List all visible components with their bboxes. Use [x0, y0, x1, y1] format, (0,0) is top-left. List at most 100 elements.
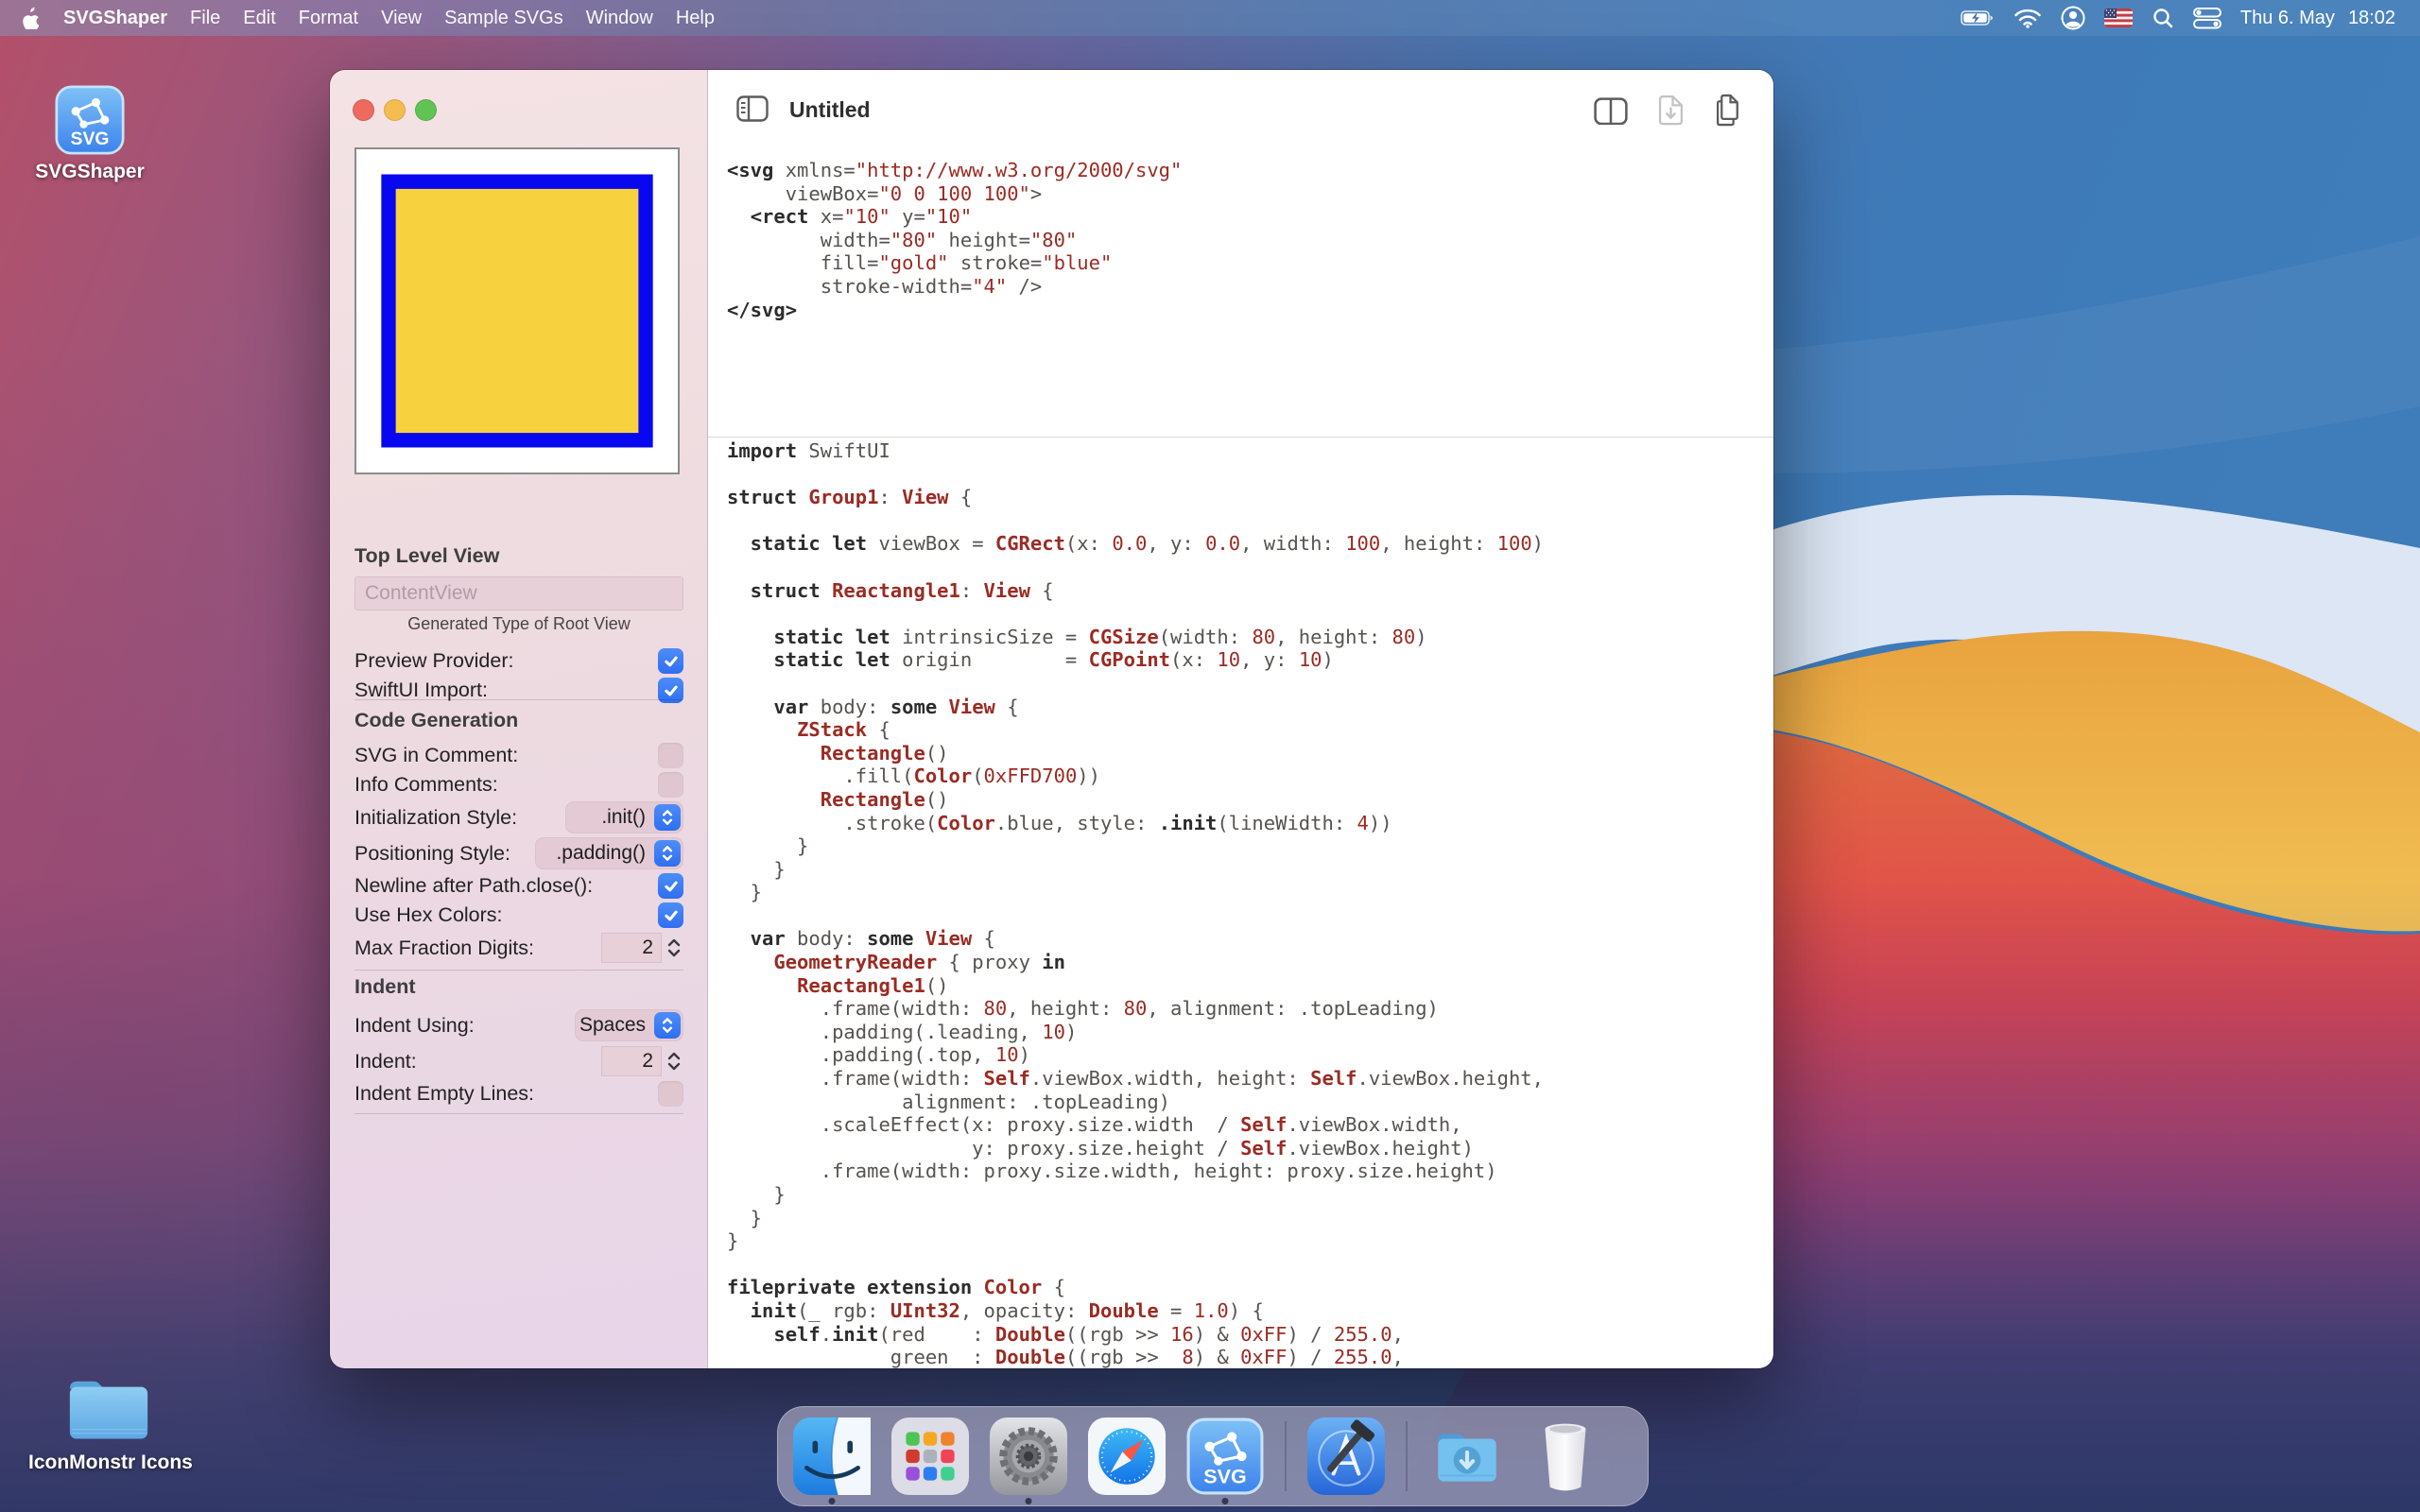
code-line: } [727, 858, 1544, 882]
page-title: Untitled [789, 97, 871, 123]
checkbox-preview-provider[interactable] [658, 648, 683, 674]
code-line [727, 602, 1544, 626]
menu-item-file[interactable]: File [179, 0, 232, 36]
desktop-icon-folder[interactable]: IconMonstr Icons [28, 1372, 189, 1474]
svg-text:SVG: SVG [1203, 1466, 1246, 1488]
code-line: Rectangle() [727, 788, 1544, 812]
dock-item-downloads[interactable] [1428, 1418, 1506, 1495]
dock-item-trash[interactable] [1527, 1418, 1604, 1495]
section-indent: Indent Indent Using:SpacesIndent:2Indent… [354, 975, 683, 1108]
setting-row-indent-empty-lines: Indent Empty Lines: [354, 1079, 683, 1108]
section-header: Indent [354, 975, 683, 1000]
sidebar-divider [354, 970, 683, 971]
code-line: } [727, 881, 1544, 904]
code-line: .frame(width: proxy.size.width, height: … [727, 1160, 1544, 1183]
code-line: var body: some View { [727, 696, 1544, 719]
wifi-icon[interactable] [2014, 8, 2042, 29]
checkbox-newline-after-path-close[interactable] [658, 873, 683, 899]
svgshaper-app-icon: SVG [55, 85, 125, 155]
checkbox-indent-empty-lines[interactable] [658, 1081, 683, 1107]
clock-time: 18:02 [2348, 8, 2395, 29]
dock-item-launchpad[interactable] [891, 1418, 969, 1495]
svg-text:SVG: SVG [71, 129, 110, 149]
code-line [727, 556, 1544, 579]
setting-row-indent-using: Indent Using: Spaces [354, 1007, 683, 1043]
svg-preview-rect [356, 149, 678, 472]
setting-label: SVG in Comment: [354, 744, 518, 767]
section-header: Code Generation [354, 709, 683, 733]
keyboard-layout-icon[interactable] [2104, 9, 2133, 27]
menu-item-svgshaper[interactable]: SVGShaper [52, 0, 179, 36]
code-line: viewBox="0 0 100 100"> [727, 182, 1182, 206]
close-button[interactable] [353, 99, 374, 121]
code-line: ZStack { [727, 718, 1544, 742]
dock-item-finder[interactable] [793, 1418, 871, 1495]
desktop-icon-svgshaper[interactable]: SVG SVGShaper [9, 85, 170, 183]
swift-code-output[interactable]: import SwiftUI struct Group1: View { sta… [727, 439, 1544, 1368]
export-document-icon[interactable] [1658, 94, 1684, 126]
setting-row-max-fraction-digits: Max Fraction Digits: 2 [354, 930, 683, 966]
folder-icon [64, 1372, 153, 1446]
code-line: </svg> [727, 299, 1182, 322]
zoom-button[interactable] [415, 99, 437, 121]
code-line: .scaleEffect(x: proxy.size.width / Self.… [727, 1113, 1544, 1137]
dock-separator [1285, 1421, 1287, 1491]
stepper-max-fraction-digits[interactable]: 2 [601, 933, 683, 963]
stepper-indent[interactable]: 2 [601, 1046, 683, 1076]
setting-row-svg-in-comment: SVG in Comment: [354, 741, 683, 770]
dropdown-initialization-style[interactable]: .init() [565, 801, 684, 833]
dropdown-indent-using[interactable]: Spaces [575, 1009, 683, 1041]
dock-item-svgshaper[interactable]: SVG [1186, 1418, 1264, 1495]
minimize-button[interactable] [384, 99, 406, 121]
checkbox-svg-in-comment[interactable] [658, 743, 683, 768]
setting-label: Info Comments: [354, 773, 498, 797]
code-line: GeometryReader { proxy in [727, 951, 1544, 974]
code-line: Reactangle1() [727, 974, 1544, 998]
setting-label: Indent Using: [354, 1014, 475, 1038]
code-line: stroke-width="4" /> [727, 275, 1182, 299]
code-line: } [727, 834, 1544, 858]
desktop-folder-label: IconMonstr Icons [28, 1452, 189, 1474]
svg-source-editor[interactable]: <svg xmlns="http://www.w3.org/2000/svg" … [727, 159, 1182, 321]
code-line: .stroke(Color.blue, style: .init(lineWid… [727, 812, 1544, 835]
section-top-level-view: Top Level View ContentView Generated Typ… [354, 544, 683, 705]
copy-document-icon[interactable] [1714, 94, 1743, 127]
battery-icon[interactable] [1961, 9, 1995, 26]
menu-item-format[interactable]: Format [287, 0, 370, 36]
setting-row-preview-provider: Preview Provider: [354, 646, 683, 676]
code-line: init(_ rgb: UInt32, opacity: Double = 1.… [727, 1299, 1544, 1323]
menu-bar: SVGShaperFileEditFormatViewSample SVGsWi… [0, 0, 2420, 36]
control-center-icon[interactable] [2193, 8, 2221, 29]
user-account-icon[interactable] [2061, 6, 2085, 30]
dock-item-system-preferences[interactable] [990, 1418, 1067, 1495]
dropdown-positioning-style[interactable]: .padding() [535, 837, 683, 869]
dock-item-xcode[interactable] [1307, 1418, 1385, 1495]
menu-item-sample-svgs[interactable]: Sample SVGs [433, 0, 575, 36]
code-line: } [727, 1207, 1544, 1230]
code-line: width="80" height="80" [727, 229, 1182, 252]
setting-label: Max Fraction Digits: [354, 936, 534, 960]
menu-clock[interactable]: Thu 6. May 18:02 [2240, 8, 2395, 29]
setting-row-positioning-style: Positioning Style:.padding() [354, 835, 683, 871]
split-view-icon[interactable] [1594, 97, 1628, 124]
menu-item-view[interactable]: View [370, 0, 433, 36]
code-line: struct Group1: View { [727, 486, 1544, 509]
menu-item-window[interactable]: Window [575, 0, 665, 36]
code-line: static let intrinsicSize = CGSize(width:… [727, 626, 1544, 649]
menu-item-edit[interactable]: Edit [232, 0, 286, 36]
code-line: green : Double((rgb >> 8) & 0xFF) / 255.… [727, 1346, 1544, 1368]
checkbox-use-hex-colors[interactable] [658, 902, 683, 928]
top-level-view-field[interactable]: ContentView [354, 576, 683, 610]
checkbox-info-comments[interactable] [658, 772, 683, 798]
apple-menu-icon[interactable] [21, 8, 39, 29]
dock-item-safari[interactable] [1088, 1418, 1166, 1495]
desktop-icon-label: SVGShaper [9, 161, 170, 183]
menu-item-help[interactable]: Help [665, 0, 726, 36]
sidebar-toggle-icon[interactable] [736, 95, 769, 122]
setting-label: Preview Provider: [354, 649, 513, 673]
code-line: import SwiftUI [727, 439, 1544, 463]
spotlight-icon[interactable] [2152, 7, 2174, 29]
status-icons [1961, 6, 2221, 30]
svg-preview [354, 147, 680, 474]
traffic-lights [353, 99, 437, 121]
